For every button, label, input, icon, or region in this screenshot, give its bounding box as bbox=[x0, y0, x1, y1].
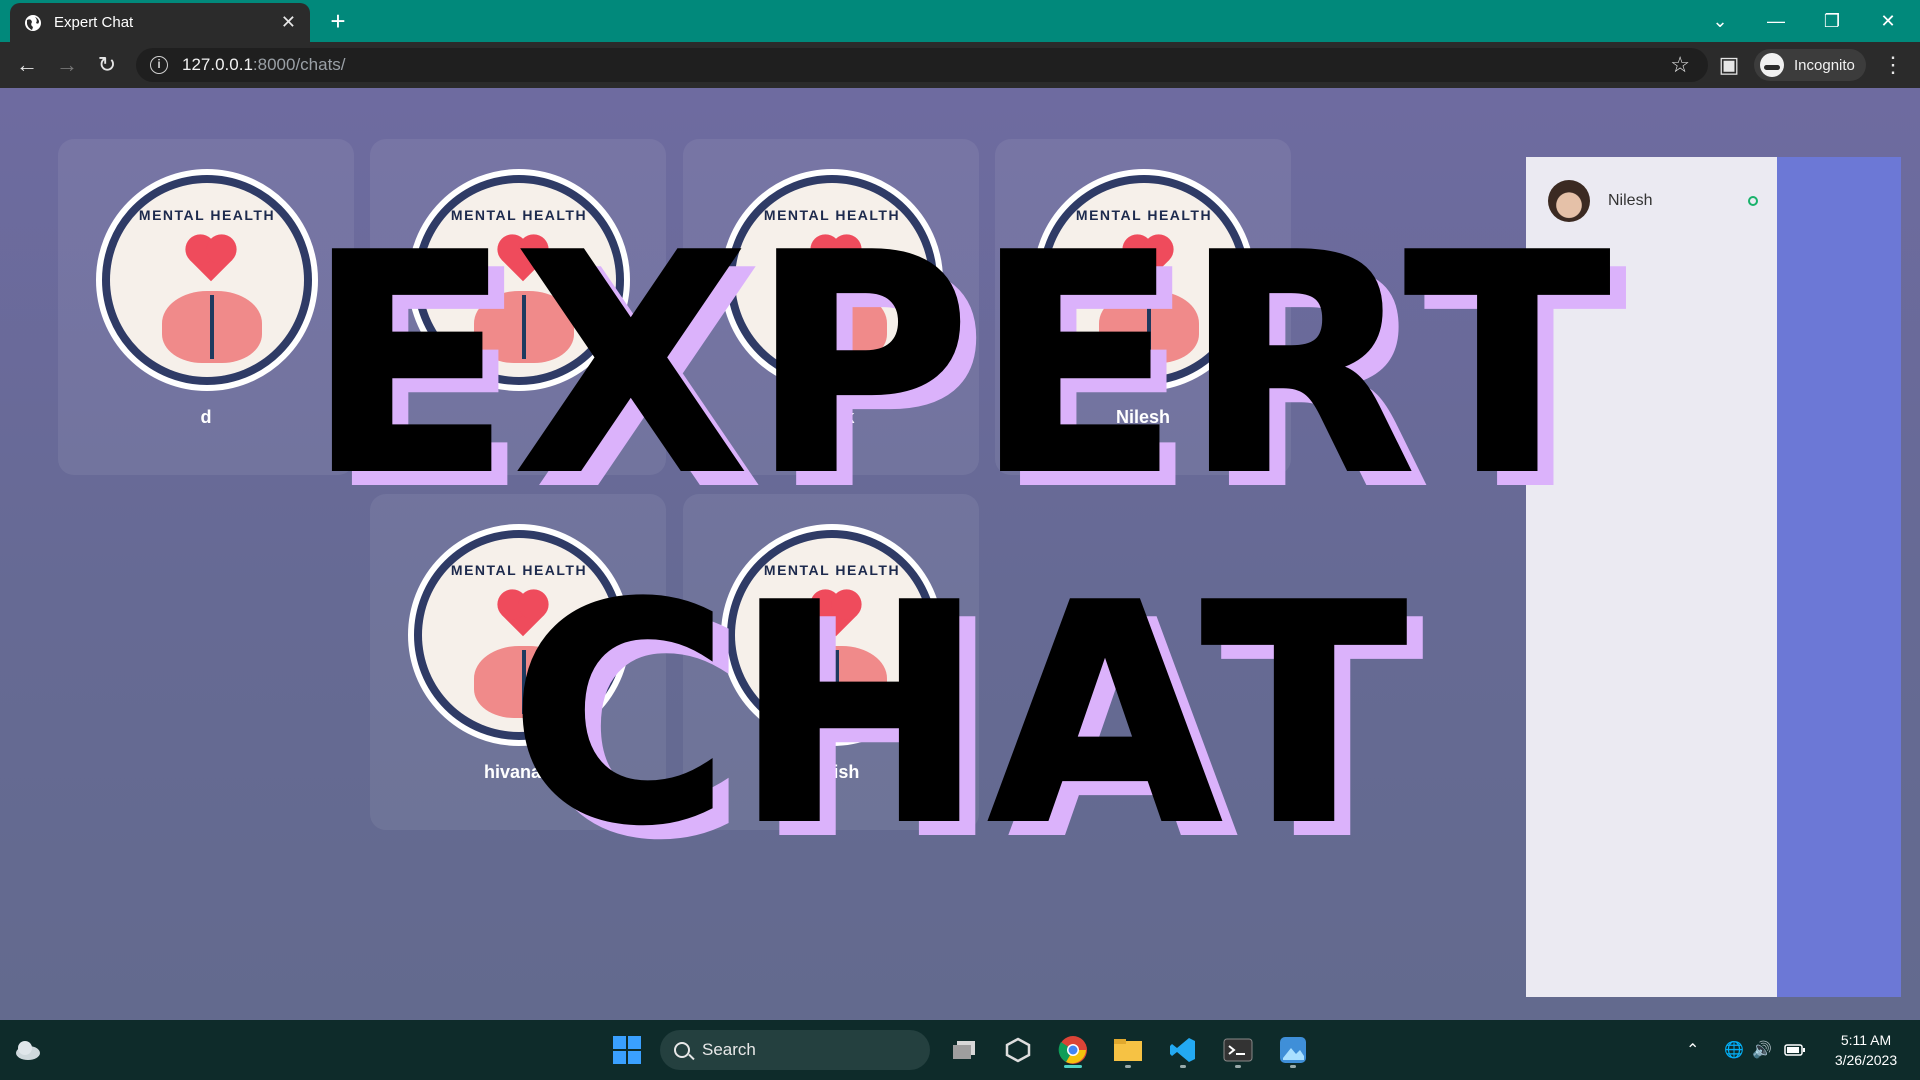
file-explorer-icon[interactable] bbox=[1108, 1030, 1148, 1070]
taskbar-search[interactable]: Search bbox=[660, 1030, 930, 1070]
network-icon[interactable]: 🌐 bbox=[1724, 1020, 1744, 1080]
battery-icon[interactable] bbox=[1784, 1020, 1806, 1080]
volume-icon[interactable]: 🔊 bbox=[1752, 1020, 1772, 1080]
side-panel-icon[interactable]: ▣ bbox=[1714, 50, 1744, 80]
new-tab-button[interactable]: + bbox=[324, 7, 352, 35]
show-hidden-icons-chevron[interactable]: ⌃ bbox=[1686, 1020, 1699, 1080]
close-tab-icon[interactable]: ✕ bbox=[281, 12, 296, 33]
browser-tabstrip: Expert Chat ✕ + ⌄ — ❐ ✕ bbox=[0, 0, 1920, 42]
close-window-button[interactable]: ✕ bbox=[1860, 0, 1916, 42]
incognito-icon bbox=[1760, 53, 1784, 77]
contact-name: Nilesh bbox=[1608, 192, 1653, 209]
browser-toolbar: ← → ↻ i 127.0.0.1 :8000/chats/ ☆ ▣ Incog… bbox=[0, 42, 1920, 88]
restore-button[interactable]: ❐ bbox=[1804, 0, 1860, 42]
weather-icon[interactable] bbox=[8, 1030, 48, 1070]
tab-title: Expert Chat bbox=[54, 14, 134, 31]
vscode-icon[interactable] bbox=[1163, 1030, 1203, 1070]
globe-icon bbox=[25, 14, 41, 31]
browser-menu-icon[interactable]: ⋮ bbox=[1878, 50, 1908, 80]
system-clock[interactable]: 5:11 AM 3/26/2023 bbox=[1820, 1030, 1912, 1070]
incognito-label: Incognito bbox=[1794, 56, 1855, 74]
taskbar-search-label: Search bbox=[702, 1040, 756, 1059]
clock-time: 5:11 AM bbox=[1840, 1032, 1892, 1048]
back-button[interactable]: ← bbox=[12, 50, 42, 80]
address-bar[interactable]: i 127.0.0.1 :8000/chats/ ☆ bbox=[136, 48, 1708, 82]
incognito-profile-button[interactable]: Incognito bbox=[1754, 49, 1866, 81]
forward-button[interactable]: → bbox=[52, 50, 82, 80]
tab-search-chevron-icon[interactable]: ⌄ bbox=[1692, 0, 1748, 42]
clock-date: 3/26/2023 bbox=[1834, 1052, 1898, 1068]
browser-tab[interactable]: Expert Chat ✕ bbox=[10, 3, 310, 42]
photos-icon[interactable] bbox=[1273, 1030, 1313, 1070]
terminal-icon[interactable] bbox=[1218, 1030, 1258, 1070]
title-line-chat: CHAT bbox=[508, 541, 1411, 890]
search-icon bbox=[674, 1042, 690, 1058]
title-line-expert: EXPERT bbox=[304, 191, 1614, 540]
bookmark-star-icon[interactable]: ☆ bbox=[1670, 52, 1690, 78]
url-host: 127.0.0.1 bbox=[182, 55, 253, 74]
start-button[interactable] bbox=[607, 1030, 647, 1070]
online-status-icon bbox=[1748, 196, 1758, 206]
site-info-icon[interactable]: i bbox=[150, 56, 168, 74]
unity-app-icon[interactable] bbox=[998, 1030, 1038, 1070]
page-content: MENTAL HEALTH d MENTAL HEALTH MENTAL HEA… bbox=[0, 88, 1920, 1020]
task-view-icon[interactable] bbox=[944, 1030, 984, 1070]
chrome-icon[interactable] bbox=[1053, 1030, 1093, 1070]
url-path: :8000/chats/ bbox=[252, 55, 346, 74]
taskbar: Search ⌃ 🌐 🔊 5:11 AM 3/26/2023 bbox=[0, 1020, 1920, 1080]
reload-button[interactable]: ↻ bbox=[92, 50, 122, 80]
minimize-button[interactable]: — bbox=[1748, 0, 1804, 42]
